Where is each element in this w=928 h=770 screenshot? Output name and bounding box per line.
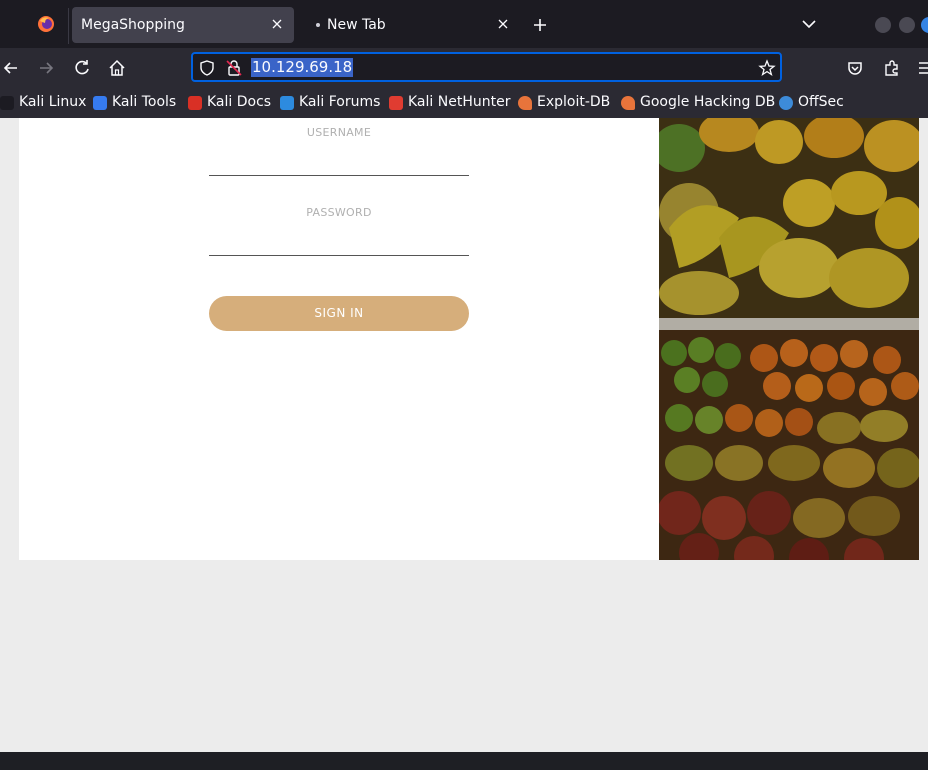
login-card: USERNAME PASSWORD SIGN IN: [19, 118, 659, 560]
back-arrow-icon[interactable]: [1, 58, 21, 78]
tab-new-tab[interactable]: New Tab: [298, 7, 520, 43]
password-input[interactable]: [209, 255, 469, 256]
tab-megashopping[interactable]: MegaShopping: [72, 7, 294, 43]
close-tab-icon[interactable]: [270, 17, 284, 31]
ghdb-icon: [621, 96, 635, 110]
page-viewport: USERNAME PASSWORD SIGN IN: [0, 118, 928, 752]
url-text[interactable]: 10.129.69.18: [251, 58, 354, 77]
forward-arrow-icon[interactable]: [36, 58, 56, 78]
pocket-icon[interactable]: [845, 58, 865, 78]
tab-title: New Tab: [327, 17, 386, 33]
unread-dot-icon: [316, 23, 320, 27]
hamburger-menu-icon[interactable]: [916, 58, 928, 78]
tracking-protection-shield-icon[interactable]: [198, 59, 216, 77]
maximize-window-button[interactable]: [899, 17, 915, 33]
sign-in-button[interactable]: SIGN IN: [209, 296, 469, 331]
tab-bar: MegaShopping New Tab: [0, 0, 928, 48]
kali-forums-icon: [280, 96, 294, 110]
kali-docs-icon: [188, 96, 202, 110]
password-label: PASSWORD: [306, 206, 372, 219]
insecure-lock-icon[interactable]: [225, 59, 243, 77]
kali-dragon-icon: [0, 96, 14, 110]
close-window-button[interactable]: [921, 17, 928, 33]
tab-separator: [68, 8, 69, 44]
bookmark-star-icon[interactable]: [758, 59, 776, 77]
tab-title: MegaShopping: [81, 17, 185, 33]
fruit-market-image: [659, 118, 919, 560]
new-tab-button[interactable]: [530, 15, 550, 35]
username-input[interactable]: [209, 175, 469, 176]
kali-tools-icon: [93, 96, 107, 110]
taskbar: [0, 752, 928, 770]
list-all-tabs-chevron-icon[interactable]: [800, 15, 818, 33]
kali-nethunter-icon: [389, 96, 403, 110]
offsec-icon: [779, 96, 793, 110]
exploit-db-icon: [518, 96, 532, 110]
reload-icon[interactable]: [72, 58, 92, 78]
home-icon[interactable]: [107, 58, 127, 78]
firefox-icon[interactable]: [37, 15, 55, 33]
close-tab-icon[interactable]: [496, 17, 510, 31]
minimize-window-button[interactable]: [875, 17, 891, 33]
url-bar[interactable]: 10.129.69.18: [191, 52, 782, 82]
bookmarks-toolbar: Kali Linux Kali Tools Kali Docs Kali For…: [0, 88, 928, 118]
username-label: USERNAME: [306, 126, 372, 139]
extensions-puzzle-icon[interactable]: [882, 58, 902, 78]
